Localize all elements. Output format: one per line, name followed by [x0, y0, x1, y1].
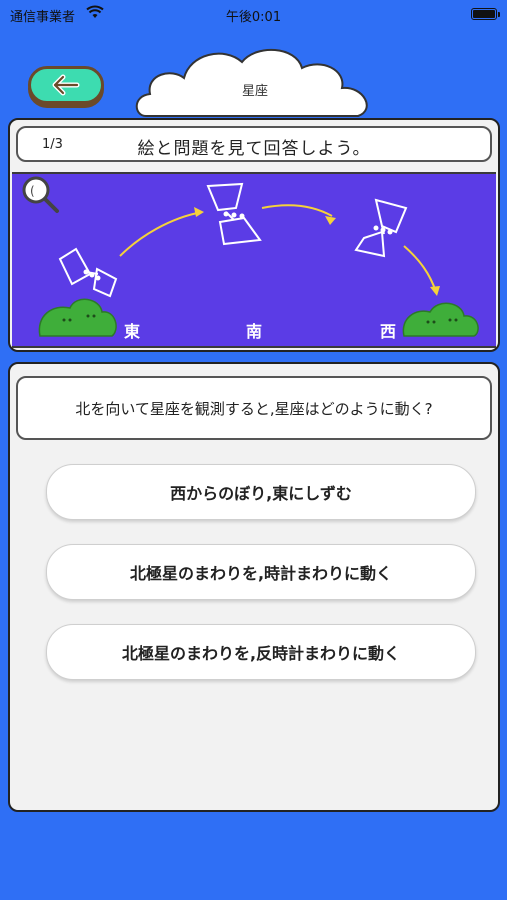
- motion-arrows: [119, 204, 437, 293]
- answer-button-2[interactable]: 北極星のまわりを,時計まわりに動く: [46, 544, 476, 600]
- constellation-west: [354, 198, 408, 258]
- page-title: 星座: [241, 84, 268, 99]
- direction-east: 東: [124, 322, 141, 341]
- direction-west: 西: [380, 322, 397, 341]
- instruction-text: 絵と問題を見て回答しよう。: [137, 139, 371, 159]
- svg-text:(: (: [30, 184, 35, 198]
- answer-button-1[interactable]: 西からのぼり,東にしずむ: [46, 464, 476, 520]
- magnifier-icon[interactable]: (: [22, 176, 59, 213]
- direction-south: 南: [246, 322, 263, 341]
- picture-panel: 1/3 絵と問題を見て回答しよう。 (東 南 西: [8, 118, 500, 352]
- question-text: 北を向いて星座を観測すると,星座はどのように動く?: [16, 376, 492, 440]
- answer-button-3[interactable]: 北極星のまわりを,反時計まわりに動く: [46, 624, 476, 680]
- back-arrow-icon: [52, 74, 80, 96]
- instruction-bar: 1/3 絵と問題を見て回答しよう。: [16, 126, 492, 162]
- status-bar: 通信事業者 午後0:01: [0, 0, 507, 28]
- back-button[interactable]: [28, 66, 104, 104]
- clock: 午後0:01: [225, 10, 282, 25]
- hill-left: [38, 298, 117, 337]
- battery-icon: [471, 8, 500, 20]
- constellation-illustration: (東 南 西: [12, 172, 496, 348]
- question-panel: 北を向いて星座を観測すると,星座はどのように動く? 西からのぼり,東にしずむ 北…: [8, 362, 500, 812]
- hill-right: [402, 302, 479, 337]
